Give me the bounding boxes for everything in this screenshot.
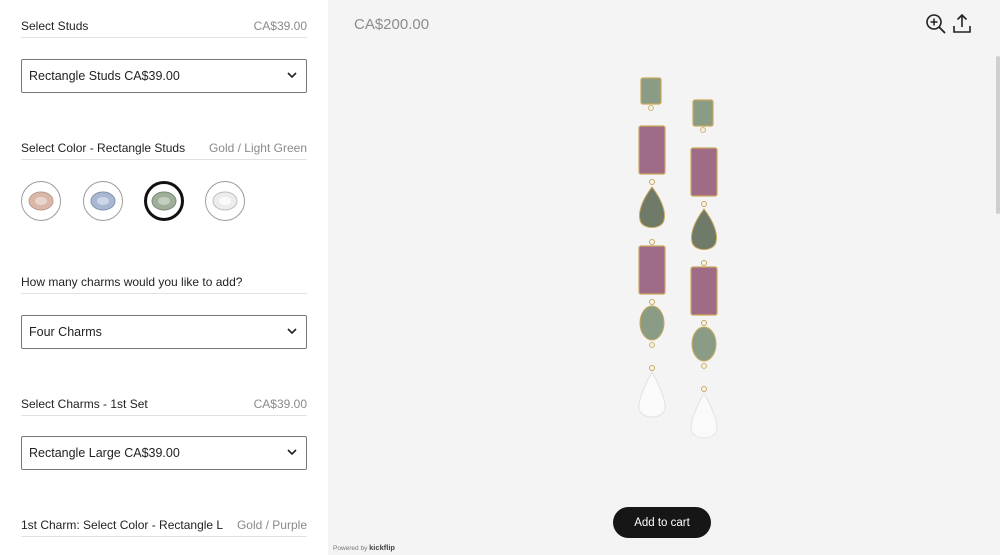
swatch-peach[interactable]: [21, 181, 61, 221]
studs-label: Select Studs: [21, 19, 89, 33]
swatch-clear[interactable]: [205, 181, 245, 221]
earrings-image: [638, 77, 718, 439]
oval-stone-icon: [28, 191, 54, 211]
color-label: Select Color - Rectangle Studs: [21, 141, 186, 155]
product-preview: CA$200.00 Add to cart Powered by kickfli…: [328, 0, 1000, 555]
studs-header: Select Studs CA$39.00: [21, 15, 307, 38]
scrollbar[interactable]: [996, 56, 1000, 214]
charms-set1-label: Select Charms - 1st Set: [21, 397, 148, 411]
zoom-in-icon[interactable]: [925, 13, 947, 35]
studs-select[interactable]: Rectangle Studs CA$39.00: [21, 59, 307, 93]
color-header: Select Color - Rectangle Studs Gold / Li…: [21, 137, 307, 160]
powered-by-label: Powered by: [333, 545, 368, 552]
oval-stone-icon: [212, 191, 238, 211]
options-panel: Select Studs CA$39.00 Rectangle Studs CA…: [0, 0, 328, 555]
swatch-light-green-selected[interactable]: [144, 181, 184, 221]
right-earring: [690, 99, 718, 439]
studs-price: CA$39.00: [253, 19, 307, 33]
charms-count-value: Four Charms: [29, 325, 102, 339]
charm1-color-value: Gold / Purple: [236, 518, 307, 532]
charms-set1-price: CA$39.00: [253, 397, 307, 411]
charms-set1-select[interactable]: Rectangle Large CA$39.00: [21, 436, 307, 470]
charms-count-label: How many charms would you like to add?: [21, 275, 243, 289]
chevron-down-icon: [287, 449, 297, 456]
add-to-cart-button[interactable]: Add to cart: [613, 507, 711, 538]
chevron-down-icon: [287, 72, 297, 79]
charms-set1-value: Rectangle Large CA$39.00: [29, 446, 180, 460]
charm1-color-header: 1st Charm: Select Color - Rectangle L Go…: [21, 514, 307, 537]
powered-by[interactable]: Powered by kickflip: [333, 543, 395, 552]
charms-count-select[interactable]: Four Charms: [21, 315, 307, 349]
charm1-color-label: 1st Charm: Select Color - Rectangle L: [21, 518, 224, 532]
brand-logo: kickflip: [369, 543, 395, 552]
left-earring: [638, 77, 666, 418]
share-upload-icon[interactable]: [951, 13, 973, 35]
charms-set1-header: Select Charms - 1st Set CA$39.00: [21, 393, 307, 416]
oval-stone-icon: [90, 191, 116, 211]
total-price: CA$200.00: [354, 16, 430, 33]
chevron-down-icon: [287, 328, 297, 335]
swatch-light-blue[interactable]: [83, 181, 123, 221]
charms-count-header: How many charms would you like to add?: [21, 271, 307, 294]
studs-select-value: Rectangle Studs CA$39.00: [29, 69, 180, 83]
oval-stone-icon: [151, 191, 177, 211]
color-value: Gold / Light Green: [208, 141, 307, 155]
